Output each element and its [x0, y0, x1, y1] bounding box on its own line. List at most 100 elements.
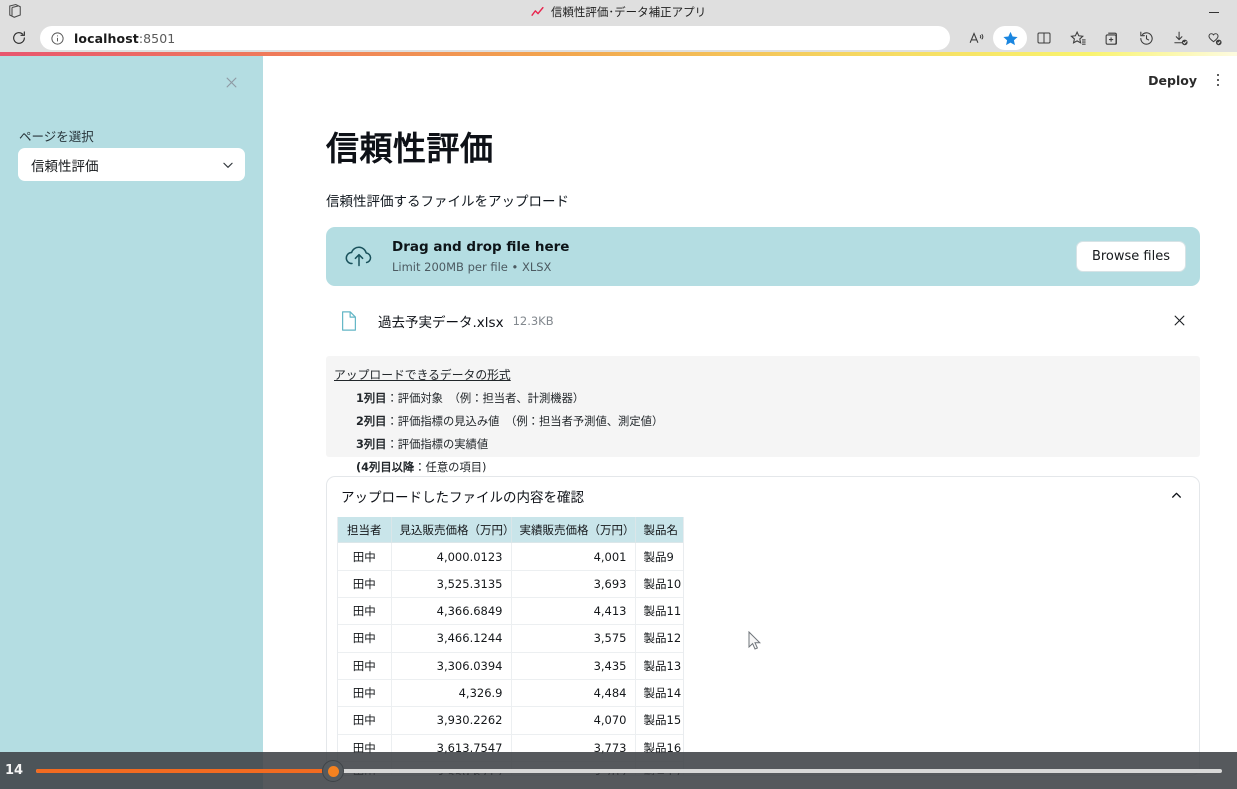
page-title: 信頼性評価 [326, 129, 494, 168]
cell-actual-price: 4,070 [511, 706, 636, 735]
sidebar: ページを選択 信頼性評価 [0, 55, 263, 789]
bottom-slider-overlay[interactable]: 14 [0, 752, 1237, 789]
sidebar-close-icon[interactable] [221, 72, 241, 92]
uploaded-file-name: 過去予実データ.xlsx [378, 314, 504, 331]
infobox-line: 1列目：評価対象 （例：担当者、計測機器） [356, 390, 1200, 406]
app-menu-button[interactable] [1207, 69, 1229, 91]
browser-essentials-icon[interactable] [1197, 26, 1231, 50]
cell-planned-price: 4,366.6849 [391, 597, 512, 626]
address-bar-url: localhost:8501 [74, 31, 175, 46]
cell-owner: 田中 [338, 597, 392, 626]
deploy-button[interactable]: Deploy [1140, 70, 1205, 91]
table-row[interactable]: 田中 3,930.2262 4,070 製品15 [338, 706, 683, 735]
read-aloud-icon[interactable] [959, 26, 993, 50]
cell-planned-price: 4,000.0123 [391, 542, 512, 571]
page-subtitle: 信頼性評価するファイルをアップロード [326, 193, 569, 210]
cell-owner: 田中 [338, 706, 392, 735]
history-icon[interactable] [1129, 26, 1163, 50]
cell-actual-price: 3,575 [511, 624, 636, 653]
infobox-line-strong: 2列目 [356, 414, 387, 428]
cell-owner: 田中 [338, 652, 392, 680]
dataframe-viewport[interactable]: 担当者 見込販売価格（万円） 実績販売価格（万円） 製品名 田中 4,000.0… [337, 516, 684, 775]
address-bar[interactable]: localhost:8501 [40, 26, 950, 50]
downloads-icon[interactable] [1163, 26, 1197, 50]
data-format-infobox: アップロードできるデータの形式 1列目：評価対象 （例：担当者、計測機器） 2列… [326, 355, 1200, 474]
cell-planned-price: 3,525.3135 [391, 570, 512, 599]
table-row[interactable]: 田中 3,466.1244 3,575 製品12 [338, 624, 683, 653]
infobox-line: 2列目：評価指標の見込み値 （例：担当者予測値、測定値） [356, 413, 1200, 429]
page-select-value: 信頼性評価 [31, 158, 99, 175]
uploaded-file-row: 過去予実データ.xlsx 12.3KB [326, 302, 1200, 340]
split-screen-icon[interactable] [1027, 26, 1061, 50]
infobox-line: 3列目：評価指標の実績値 [356, 436, 1200, 452]
cell-product-name: 製品12 [635, 624, 683, 653]
cell-owner: 田中 [338, 624, 392, 653]
column-header-actual-price[interactable]: 実績販売価格（万円） [511, 516, 636, 544]
slider-track-wrap[interactable] [36, 752, 1222, 789]
table-row[interactable]: 田中 4,366.6849 4,413 製品11 [338, 597, 683, 626]
table-header-row: 担当者 見込販売価格（万円） 実績販売価格（万円） 製品名 [338, 516, 683, 544]
cell-planned-price: 3,466.1244 [391, 624, 512, 653]
column-header-planned-price[interactable]: 見込販売価格（万円） [391, 516, 515, 544]
dropzone-headline: Drag and drop file here [392, 238, 570, 255]
cell-product-name: 製品10 [635, 570, 683, 599]
file-icon [340, 310, 358, 332]
streamlit-accent-bar [0, 52, 1237, 56]
file-dropzone[interactable]: Drag and drop file here Limit 200MB per … [326, 226, 1200, 286]
collections-icon[interactable] [1095, 26, 1129, 50]
page-select-dropdown[interactable]: 信頼性評価 [18, 148, 245, 181]
browse-files-button[interactable]: Browse files [1075, 240, 1186, 272]
table-row[interactable]: 田中 3,306.0394 3,435 製品13 [338, 652, 683, 680]
infobox-line-rest: ：評価指標の実績値 [386, 437, 489, 451]
slider-thumb[interactable] [322, 760, 344, 782]
site-info-icon[interactable] [50, 31, 65, 46]
active-tab[interactable]: 信頼性評価･データ補正アプリ [0, 0, 1237, 24]
url-host: localhost [74, 30, 139, 46]
slider-fill [36, 769, 332, 773]
cell-planned-price: 3,930.2262 [391, 706, 512, 735]
column-header-owner[interactable]: 担当者 [338, 516, 392, 544]
cell-product-name: 製品13 [635, 652, 683, 680]
infobox-line: (4列目以降：任意の項目) [356, 459, 1200, 475]
cell-actual-price: 3,435 [511, 652, 636, 680]
infobox-line-strong: 3列目 [356, 437, 387, 451]
page-select-label: ページを選択 [19, 129, 94, 144]
reload-button[interactable] [8, 27, 30, 49]
table-row[interactable]: 田中 4,000.0123 4,001 製品9 [338, 542, 683, 571]
cell-product-name: 製品9 [635, 542, 683, 571]
main-panel: Deploy 信頼性評価 信頼性評価するファイルをアップロード Drag and… [263, 55, 1237, 789]
dropzone-text: Drag and drop file here Limit 200MB per … [392, 239, 1076, 275]
favorite-star-icon[interactable] [993, 26, 1027, 50]
cell-product-name: 製品11 [635, 597, 683, 626]
window-minimize-button[interactable] [1205, 4, 1223, 20]
infobox-line-strong: (4列目以降 [356, 460, 415, 474]
url-port: :8501 [138, 30, 176, 46]
uploaded-file-size: 12.3KB [512, 313, 554, 328]
streamlit-app: ページを選択 信頼性評価 Deploy 信頼性評価 信頼性評価するファイルをアッ… [0, 55, 1237, 789]
infobox-line-rest: ：評価対象 （例：担当者、計測機器） [386, 391, 585, 405]
column-header-product-name[interactable]: 製品名 [635, 516, 683, 544]
cell-planned-price: 4,326.9 [391, 679, 512, 708]
cell-product-name: 製品14 [635, 679, 683, 708]
table-row[interactable]: 田中 3,525.3135 3,693 製品10 [338, 570, 683, 599]
chevron-down-icon [221, 158, 235, 172]
dropzone-limits: Limit 200MB per file • XLSX [392, 260, 552, 275]
cell-actual-price: 3,693 [511, 570, 636, 599]
chevron-up-icon[interactable] [1170, 489, 1183, 502]
browser-chrome: 信頼性評価･データ補正アプリ localhost:8501 [0, 0, 1237, 52]
tab-title: 信頼性評価･データ補正アプリ [550, 5, 707, 19]
table-row[interactable]: 田中 4,326.9 4,484 製品14 [338, 679, 683, 708]
table-body: 田中 4,000.0123 4,001 製品9 田中 3,525.3135 3,… [338, 542, 683, 775]
toolbar-icon-group [959, 26, 1231, 50]
app-toolbar: Deploy [1140, 69, 1229, 91]
cell-actual-price: 4,484 [511, 679, 636, 708]
cell-owner: 田中 [338, 542, 392, 571]
file-preview-expander: アップロードしたファイルの内容を確認 担当者 見込販売価格（万円） 実績販売価格… [326, 475, 1200, 776]
expander-header[interactable]: アップロードしたファイルの内容を確認 [327, 477, 1199, 515]
table-head: 担当者 見込販売価格（万円） 実績販売価格（万円） 製品名 [338, 516, 683, 544]
add-to-favorites-icon[interactable] [1061, 26, 1095, 50]
cloud-upload-icon [343, 240, 375, 272]
cell-actual-price: 4,413 [511, 597, 636, 626]
infobox-line-rest: ：任意の項目) [414, 460, 487, 474]
remove-file-icon[interactable] [1168, 310, 1190, 332]
